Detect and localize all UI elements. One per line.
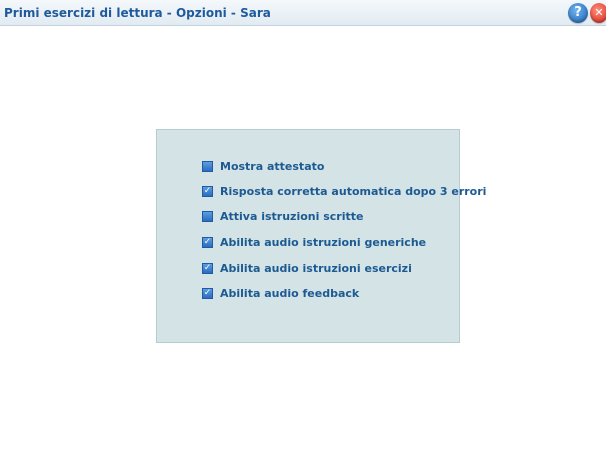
checkbox[interactable]: ✓ [202,236,213,248]
checkbox[interactable]: ✓ [202,287,213,299]
option-label: Abilita audio istruzioni generiche [220,235,427,249]
checkbox[interactable]: ✓ [202,262,213,274]
checkbox[interactable] [202,210,213,222]
checkbox[interactable]: ✓ [202,185,213,197]
options-window: Primi esercizi di lettura - Opzioni - Sa… [0,0,606,458]
option-label: Attiva istruzioni scritte [220,209,364,223]
option-audio-istruzioni-generiche[interactable]: ✓ Abilita audio istruzioni generiche [202,234,426,250]
help-button[interactable]: ? [568,3,588,23]
option-mostra-attestato[interactable]: Mostra attestato [202,158,324,174]
checkmark-icon: ✓ [203,185,212,196]
title-bar: Primi esercizi di lettura - Opzioni - Sa… [0,0,606,26]
option-label: Abilita audio istruzioni esercizi [220,261,412,275]
option-label: Risposta corretta automatica dopo 3 erro… [220,184,487,198]
checkmark-icon: ✓ [203,287,212,298]
option-risposta-corretta[interactable]: ✓ Risposta corretta automatica dopo 3 er… [202,183,486,199]
close-button[interactable]: ✕ [590,3,606,23]
option-audio-istruzioni-esercizi[interactable]: ✓ Abilita audio istruzioni esercizi [202,260,412,276]
options-panel: Mostra attestato ✓ Risposta corretta aut… [156,129,486,343]
option-label: Abilita audio feedback [220,286,360,300]
help-icon: ? [574,5,582,20]
option-istruzioni-scritte[interactable]: Attiva istruzioni scritte [202,208,363,224]
window-title: Primi esercizi di lettura - Opzioni - Sa… [4,6,271,20]
option-audio-feedback[interactable]: ✓ Abilita audio feedback [202,285,359,301]
option-label: Mostra attestato [220,159,325,173]
checkmark-icon: ✓ [203,236,212,247]
close-icon: ✕ [594,6,604,19]
checkmark-icon: ✓ [203,262,212,273]
checkbox[interactable] [202,160,213,172]
